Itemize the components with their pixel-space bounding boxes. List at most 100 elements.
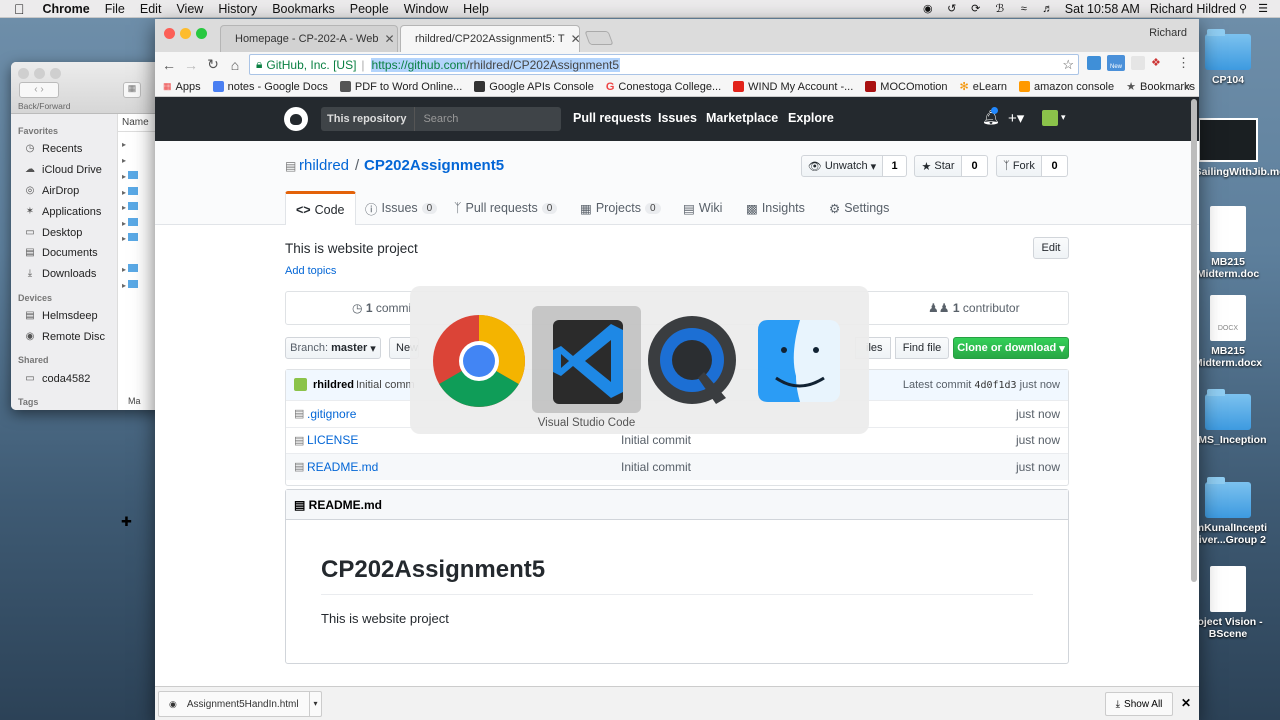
close-tab-icon[interactable]: ✕ bbox=[571, 32, 579, 46]
sidebar-item-documents[interactable]: ▤ Documents bbox=[11, 243, 117, 264]
bookmark-pdf-to-word[interactable]: PDF to Word Online... bbox=[339, 81, 462, 93]
bookmark-wind[interactable]: WIND My Account -... bbox=[733, 81, 853, 93]
bookmark-mocomotion[interactable]: MOCOmotion bbox=[865, 81, 948, 93]
branch-select-button[interactable]: Branch: master ▾ bbox=[285, 337, 381, 359]
extension-icon[interactable]: ❖ bbox=[1151, 56, 1165, 70]
menu-edit[interactable]: Edit bbox=[140, 2, 162, 16]
chrome-icon[interactable] bbox=[432, 314, 526, 408]
tab-homepage[interactable]: Homepage - CP-202-A - Web ✕ bbox=[220, 25, 398, 52]
sidebar-item-remote-disc[interactable]: ◉ Remote Disc bbox=[11, 326, 117, 347]
file-name-link[interactable]: .gitignore bbox=[307, 407, 356, 421]
menu-help[interactable]: Help bbox=[463, 2, 489, 16]
fork-button[interactable]: ᛉ Fork bbox=[996, 155, 1042, 177]
chrome-menu-icon[interactable]: ⋮ bbox=[1177, 55, 1190, 71]
tab-github-repo[interactable]: rhildred/CP202Assignment5: T ✕ bbox=[400, 25, 580, 52]
notification-center-icon[interactable]: ☰ bbox=[1256, 3, 1270, 15]
sidebar-item-recents[interactable]: ◷ Recents bbox=[11, 139, 117, 160]
commit-sha[interactable]: 4d0f1d3 bbox=[974, 380, 1016, 391]
apple-icon[interactable]:  bbox=[14, 1, 25, 17]
nav-issues[interactable]: Issues bbox=[658, 111, 697, 125]
finder-icon[interactable] bbox=[752, 314, 846, 408]
find-file-button[interactable]: Find file bbox=[895, 337, 949, 359]
commit-message[interactable]: Initial comm bbox=[356, 379, 415, 391]
watch-count[interactable]: 1 bbox=[883, 155, 907, 177]
menu-people[interactable]: People bbox=[350, 2, 389, 16]
edit-description-button[interactable]: Edit bbox=[1033, 237, 1069, 259]
repo-owner-link[interactable]: rhildred bbox=[299, 157, 349, 174]
file-commit-message[interactable]: Initial commit bbox=[621, 460, 691, 474]
address-bar[interactable]: 🔒︎ GitHub, Inc. [US] | https://github.co… bbox=[249, 54, 1079, 75]
record-icon[interactable]: ◉ bbox=[921, 3, 935, 15]
page-scrollbar[interactable] bbox=[1191, 99, 1197, 582]
bookmark-apps[interactable]: ▦ Apps bbox=[163, 81, 201, 93]
menubar-user[interactable]: Richard Hildred bbox=[1150, 2, 1236, 16]
sync-icon[interactable]: ⟳ bbox=[969, 3, 983, 15]
github-logo-icon[interactable] bbox=[284, 107, 308, 131]
extension-icon[interactable] bbox=[1131, 56, 1145, 70]
back-arrow-icon[interactable]: ← bbox=[158, 57, 180, 73]
clone-or-download-button[interactable]: Clone or download ▾ bbox=[953, 337, 1069, 359]
zoom-window-button[interactable] bbox=[50, 68, 61, 79]
zoom-window-button[interactable] bbox=[196, 28, 207, 39]
menubar-clock[interactable]: Sat 10:58 AM bbox=[1065, 2, 1140, 16]
star-button[interactable]: ★ Star bbox=[914, 155, 962, 177]
bookmark-conestoga[interactable]: G Conestoga College... bbox=[606, 81, 721, 93]
file-name-link[interactable]: README.md bbox=[307, 460, 378, 474]
tab-pull-requests[interactable]: ᛉ Pull requests 0 bbox=[454, 191, 558, 225]
show-all-downloads-button[interactable]: ⤓ Show All bbox=[1105, 692, 1173, 716]
tab-projects[interactable]: ▦ Projects 0 bbox=[580, 191, 661, 225]
minimize-window-button[interactable] bbox=[34, 68, 45, 79]
bookmarks-overflow-icon[interactable]: » bbox=[1185, 81, 1191, 93]
add-topics-link[interactable]: Add topics bbox=[285, 265, 336, 277]
commit-author[interactable]: rhildred bbox=[313, 379, 354, 391]
search-input[interactable]: Search bbox=[415, 113, 458, 125]
tab-wiki[interactable]: ▤ Wiki bbox=[683, 191, 722, 225]
commits-link[interactable]: ◷ 1 commi bbox=[352, 301, 411, 315]
vscode-icon[interactable] bbox=[539, 314, 633, 408]
extension-icon[interactable] bbox=[1087, 56, 1101, 70]
sidebar-item-icloud[interactable]: ☁ iCloud Drive bbox=[11, 160, 117, 181]
tab-issues[interactable]: ⓘ Issues 0 bbox=[365, 191, 438, 225]
download-menu-chevron-icon[interactable]: ▾ bbox=[309, 692, 321, 716]
sidebar-item-desktop[interactable]: ▭ Desktop bbox=[11, 222, 117, 243]
back-forward-buttons[interactable]: ‹ › bbox=[19, 82, 59, 98]
home-icon[interactable]: ⌂ bbox=[224, 57, 246, 73]
repo-name-link[interactable]: CP202Assignment5 bbox=[364, 157, 504, 174]
chevron-down-icon[interactable]: ▾ bbox=[1061, 112, 1066, 123]
close-window-button[interactable] bbox=[164, 28, 175, 39]
spotlight-icon[interactable]: ⚲ bbox=[1236, 3, 1250, 15]
sidebar-item-applications[interactable]: ✶ Applications bbox=[11, 201, 117, 222]
bookmark-notes[interactable]: notes - Google Docs bbox=[212, 81, 328, 93]
time-machine-icon[interactable]: ↺ bbox=[945, 3, 959, 15]
bookmark-amazon-console[interactable]: amazon console bbox=[1019, 81, 1114, 93]
sidebar-item-downloads[interactable]: ⤓ Downloads bbox=[11, 264, 117, 285]
extension-new-icon[interactable]: New bbox=[1107, 55, 1125, 71]
bluetooth-icon[interactable]: ℬ bbox=[993, 3, 1007, 15]
close-tab-icon[interactable]: ✕ bbox=[384, 32, 394, 46]
quicktime-icon[interactable] bbox=[646, 314, 740, 408]
forward-arrow-icon[interactable]: → bbox=[180, 57, 202, 73]
tab-settings[interactable]: ⚙ Settings bbox=[829, 191, 889, 225]
star-count[interactable]: 0 bbox=[962, 155, 988, 177]
menu-chrome[interactable]: Chrome bbox=[43, 2, 90, 16]
fork-count[interactable]: 0 bbox=[1042, 155, 1068, 177]
file-name-link[interactable]: LICENSE bbox=[307, 433, 358, 447]
menu-window[interactable]: Window bbox=[404, 2, 448, 16]
bookmark-star-icon[interactable]: ☆ bbox=[1062, 57, 1074, 73]
nav-pull-requests[interactable]: Pull requests bbox=[573, 111, 652, 125]
contributors-link[interactable]: ♟♟ 1 contributor bbox=[928, 301, 1020, 315]
github-search[interactable]: This repository Search bbox=[321, 107, 561, 131]
close-download-bar-icon[interactable]: ✕ bbox=[1181, 696, 1191, 710]
nav-marketplace[interactable]: Marketplace bbox=[706, 111, 778, 125]
tab-code[interactable]: <> Code bbox=[285, 191, 356, 225]
sidebar-item-coda4582[interactable]: ▭ coda4582 bbox=[11, 368, 117, 389]
profile-name[interactable]: Richard bbox=[1149, 27, 1187, 39]
reload-icon[interactable]: ↻ bbox=[202, 56, 224, 73]
view-mode-icon[interactable]: ▦ bbox=[123, 82, 141, 98]
bookmark-google-apis[interactable]: Google APIs Console bbox=[474, 81, 594, 93]
menu-file[interactable]: File bbox=[105, 2, 125, 16]
minimize-window-button[interactable] bbox=[180, 28, 191, 39]
table-row[interactable]: ▤ README.md Initial commit just now bbox=[286, 453, 1068, 480]
avatar[interactable] bbox=[294, 378, 307, 391]
menu-bookmarks[interactable]: Bookmarks bbox=[272, 2, 335, 16]
